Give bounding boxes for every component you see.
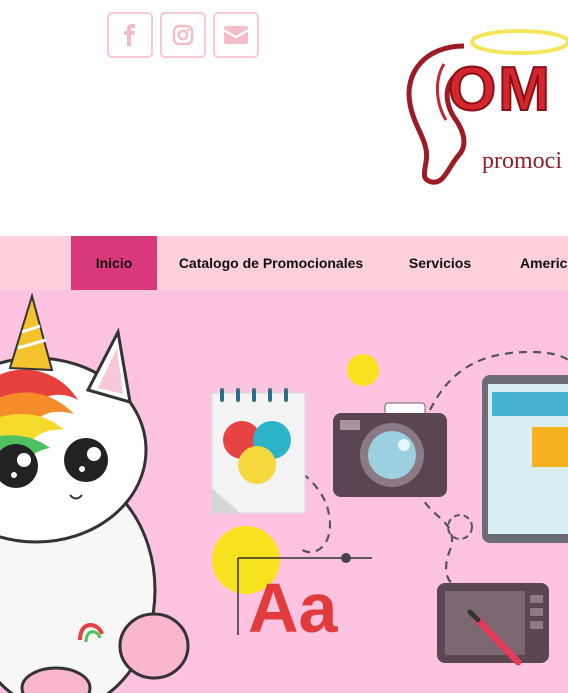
social-links bbox=[107, 12, 259, 58]
nav-item-america[interactable]: America bbox=[510, 236, 568, 290]
drawing-tablet-icon bbox=[437, 583, 549, 666]
hero-banner: Aa bbox=[0, 290, 568, 693]
notepad-icon bbox=[211, 388, 306, 514]
facebook-icon bbox=[124, 24, 135, 46]
nav-item-inicio[interactable]: Inicio bbox=[71, 236, 157, 290]
hero-illustration: Aa bbox=[0, 292, 568, 693]
facebook-button[interactable] bbox=[107, 12, 153, 58]
yellow-dot bbox=[347, 354, 379, 386]
logo-wordmark: OM bbox=[447, 54, 552, 125]
nav-item-catalogo[interactable]: Catalogo de Promocionales bbox=[172, 236, 370, 290]
instagram-button[interactable] bbox=[160, 12, 206, 58]
site-header: OM promoci bbox=[0, 0, 568, 236]
instagram-icon bbox=[172, 24, 194, 46]
email-button[interactable] bbox=[213, 12, 259, 58]
nav-item-servicios[interactable]: Servicios bbox=[400, 236, 480, 290]
unicorn-illustration bbox=[0, 292, 190, 693]
email-icon bbox=[224, 26, 248, 44]
logo-tagline: promoci bbox=[482, 148, 562, 174]
main-nav: Inicio Catalogo de Promocionales Servici… bbox=[0, 236, 568, 290]
camera-icon bbox=[333, 402, 447, 497]
monitor-icon bbox=[482, 375, 568, 543]
typography-text: Aa bbox=[248, 569, 339, 647]
